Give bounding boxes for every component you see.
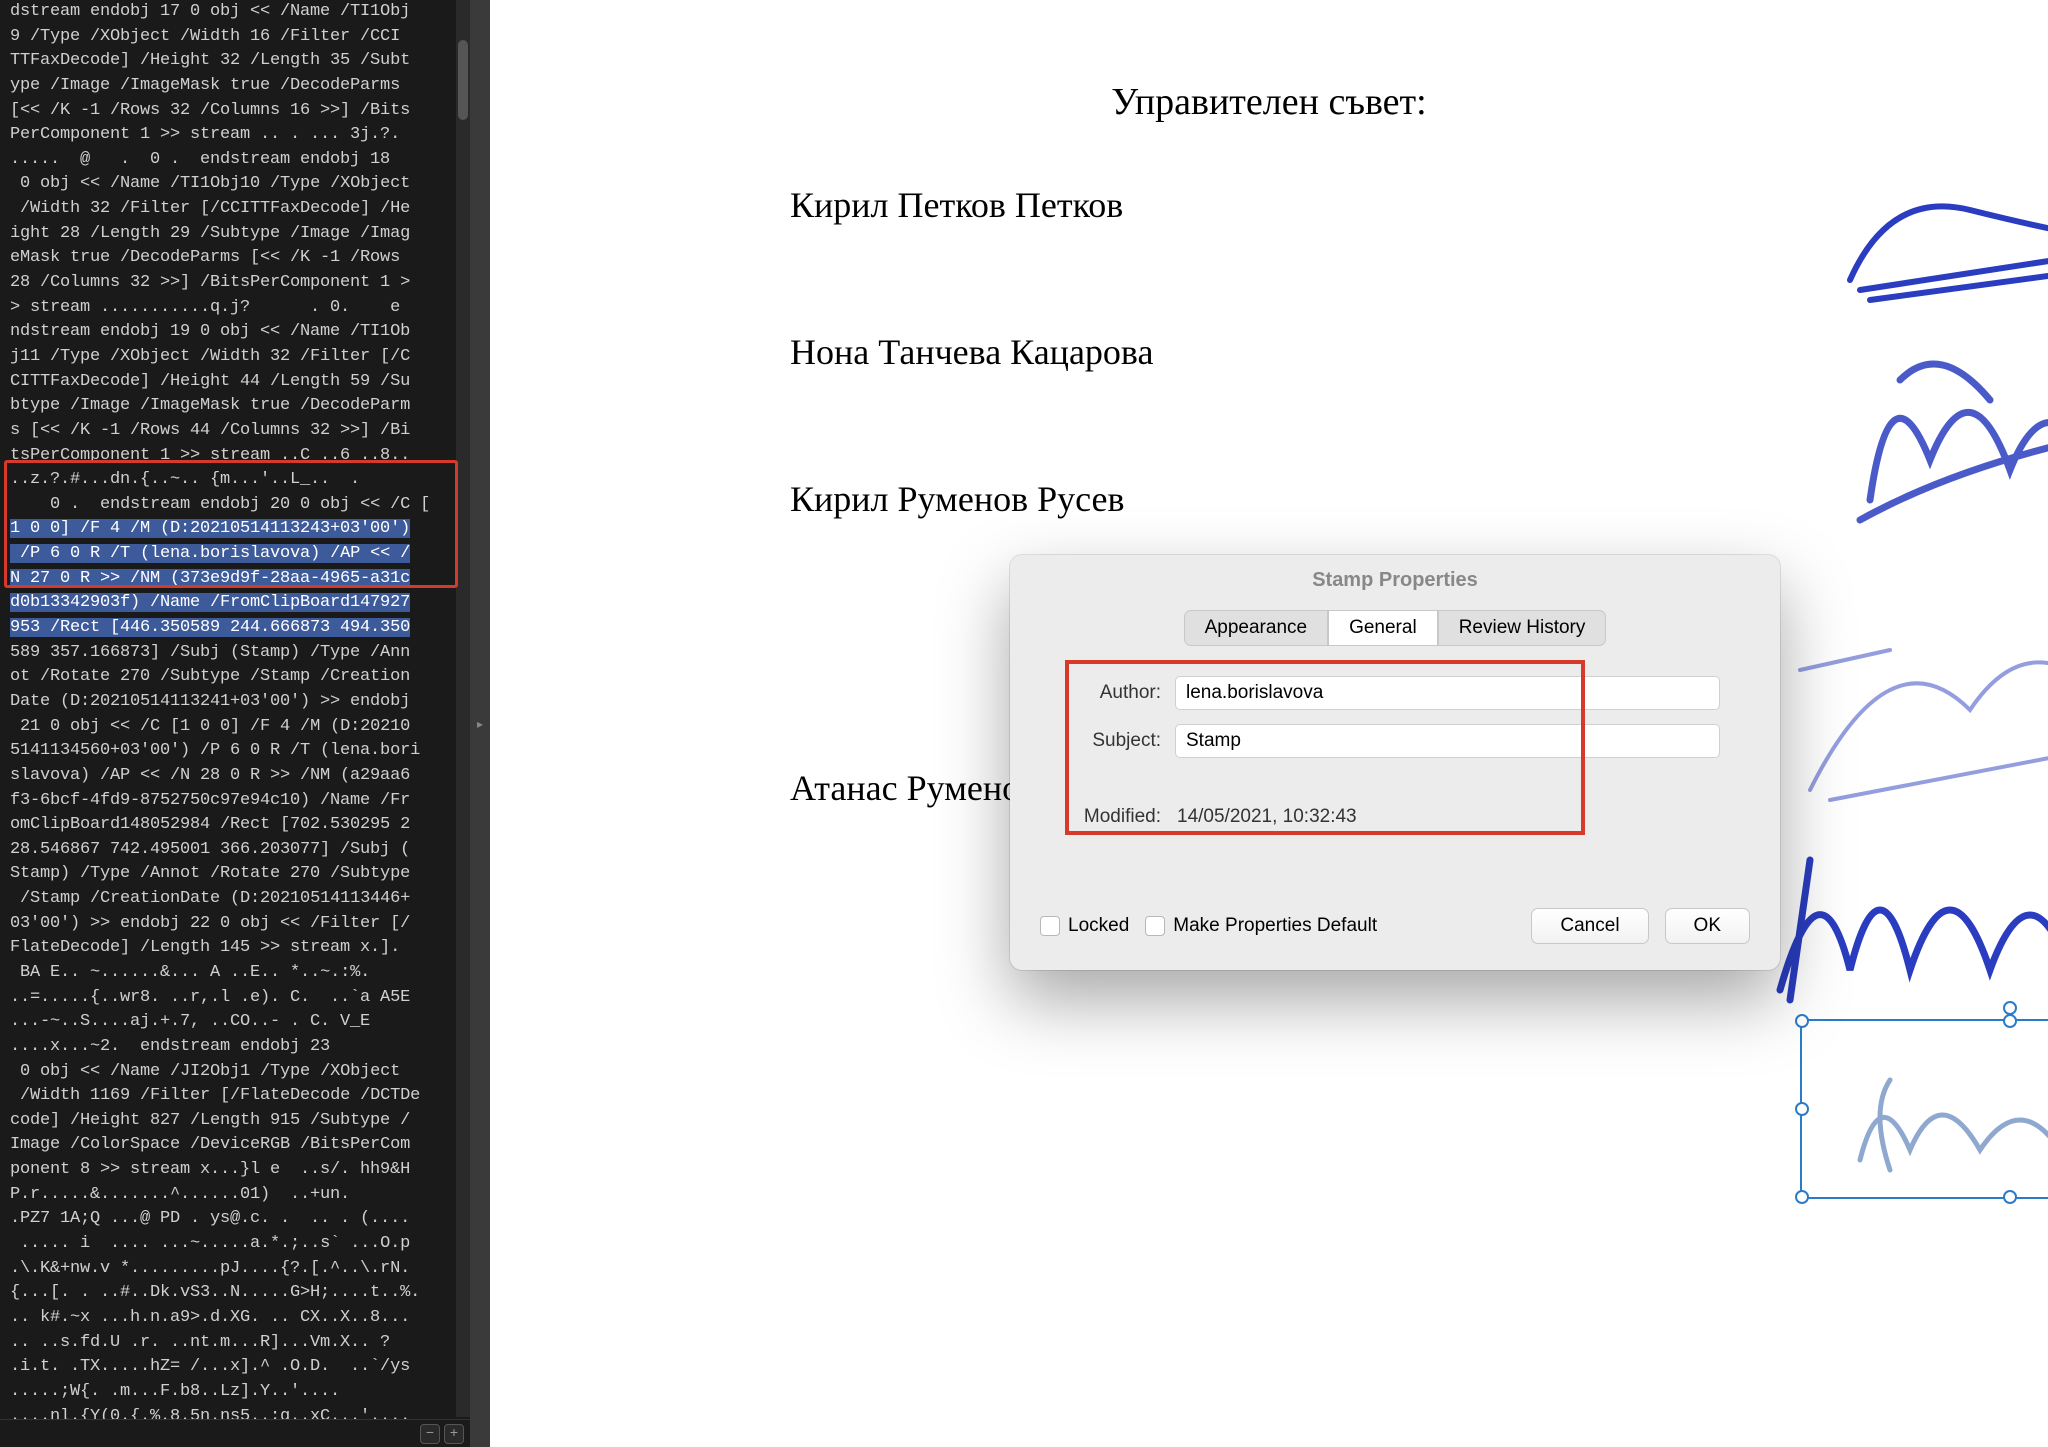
doc-name-1: Кирил Петков Петков <box>790 184 2048 226</box>
subject-label: Subject: <box>1040 730 1175 752</box>
doc-name-2: Нона Танчева Кацарова <box>790 331 2048 373</box>
modified-label: Modified: <box>1040 806 1175 828</box>
resize-handle[interactable] <box>1795 1014 1809 1028</box>
code-scrollbar[interactable] <box>456 0 470 1417</box>
stamp-properties-dialog: Stamp Properties Appearance General Revi… <box>1010 555 1780 970</box>
locked-checkbox[interactable]: Locked <box>1040 915 1129 937</box>
dialog-tabs: Appearance General Review History <box>1010 610 1780 646</box>
resize-handle[interactable] <box>2003 1014 2017 1028</box>
ok-button[interactable]: OK <box>1665 908 1750 944</box>
author-label: Author: <box>1040 682 1175 704</box>
code-editor-content[interactable]: dstream endobj 17 0 obj << /Name /TI1Obj… <box>10 0 460 1447</box>
selected-stamp-outline[interactable] <box>1800 1019 2048 1199</box>
document-area: Управителен съвет: Кирил Петков Петков Н… <box>490 0 2048 1447</box>
tab-review-history[interactable]: Review History <box>1438 610 1607 646</box>
author-input[interactable] <box>1175 676 1720 710</box>
code-minus-button[interactable]: − <box>420 1424 440 1444</box>
doc-name-3: Кирил Руменов Русев <box>790 478 2048 520</box>
code-bottom-bar: − + <box>0 1419 470 1447</box>
tab-appearance[interactable]: Appearance <box>1184 610 1328 646</box>
document-heading: Управителен съвет: <box>490 80 2048 124</box>
make-default-label: Make Properties Default <box>1173 915 1377 937</box>
code-plus-button[interactable]: + <box>444 1424 464 1444</box>
code-selection[interactable]: 1 0 0] /F 4 /M (D:20210514113243+03'00')… <box>10 519 410 637</box>
locked-label: Locked <box>1068 915 1129 937</box>
resize-handle[interactable] <box>2003 1190 2017 1204</box>
subject-input[interactable] <box>1175 724 1720 758</box>
code-scroll-thumb[interactable] <box>458 40 468 120</box>
modified-value: 14/05/2021, 10:32:43 <box>1175 806 1357 828</box>
resize-handle[interactable] <box>1795 1102 1809 1116</box>
make-default-checkbox[interactable]: Make Properties Default <box>1145 915 1377 937</box>
rotate-handle[interactable] <box>2003 1001 2017 1015</box>
checkbox-box[interactable] <box>1145 916 1165 936</box>
dialog-title: Stamp Properties <box>1010 555 1780 610</box>
resize-handle[interactable] <box>1795 1190 1809 1204</box>
checkbox-box[interactable] <box>1040 916 1060 936</box>
code-editor-panel[interactable]: dstream endobj 17 0 obj << /Name /TI1Obj… <box>0 0 470 1447</box>
panel-splitter[interactable] <box>470 0 490 1447</box>
tab-general[interactable]: General <box>1328 610 1438 646</box>
cancel-button[interactable]: Cancel <box>1531 908 1648 944</box>
